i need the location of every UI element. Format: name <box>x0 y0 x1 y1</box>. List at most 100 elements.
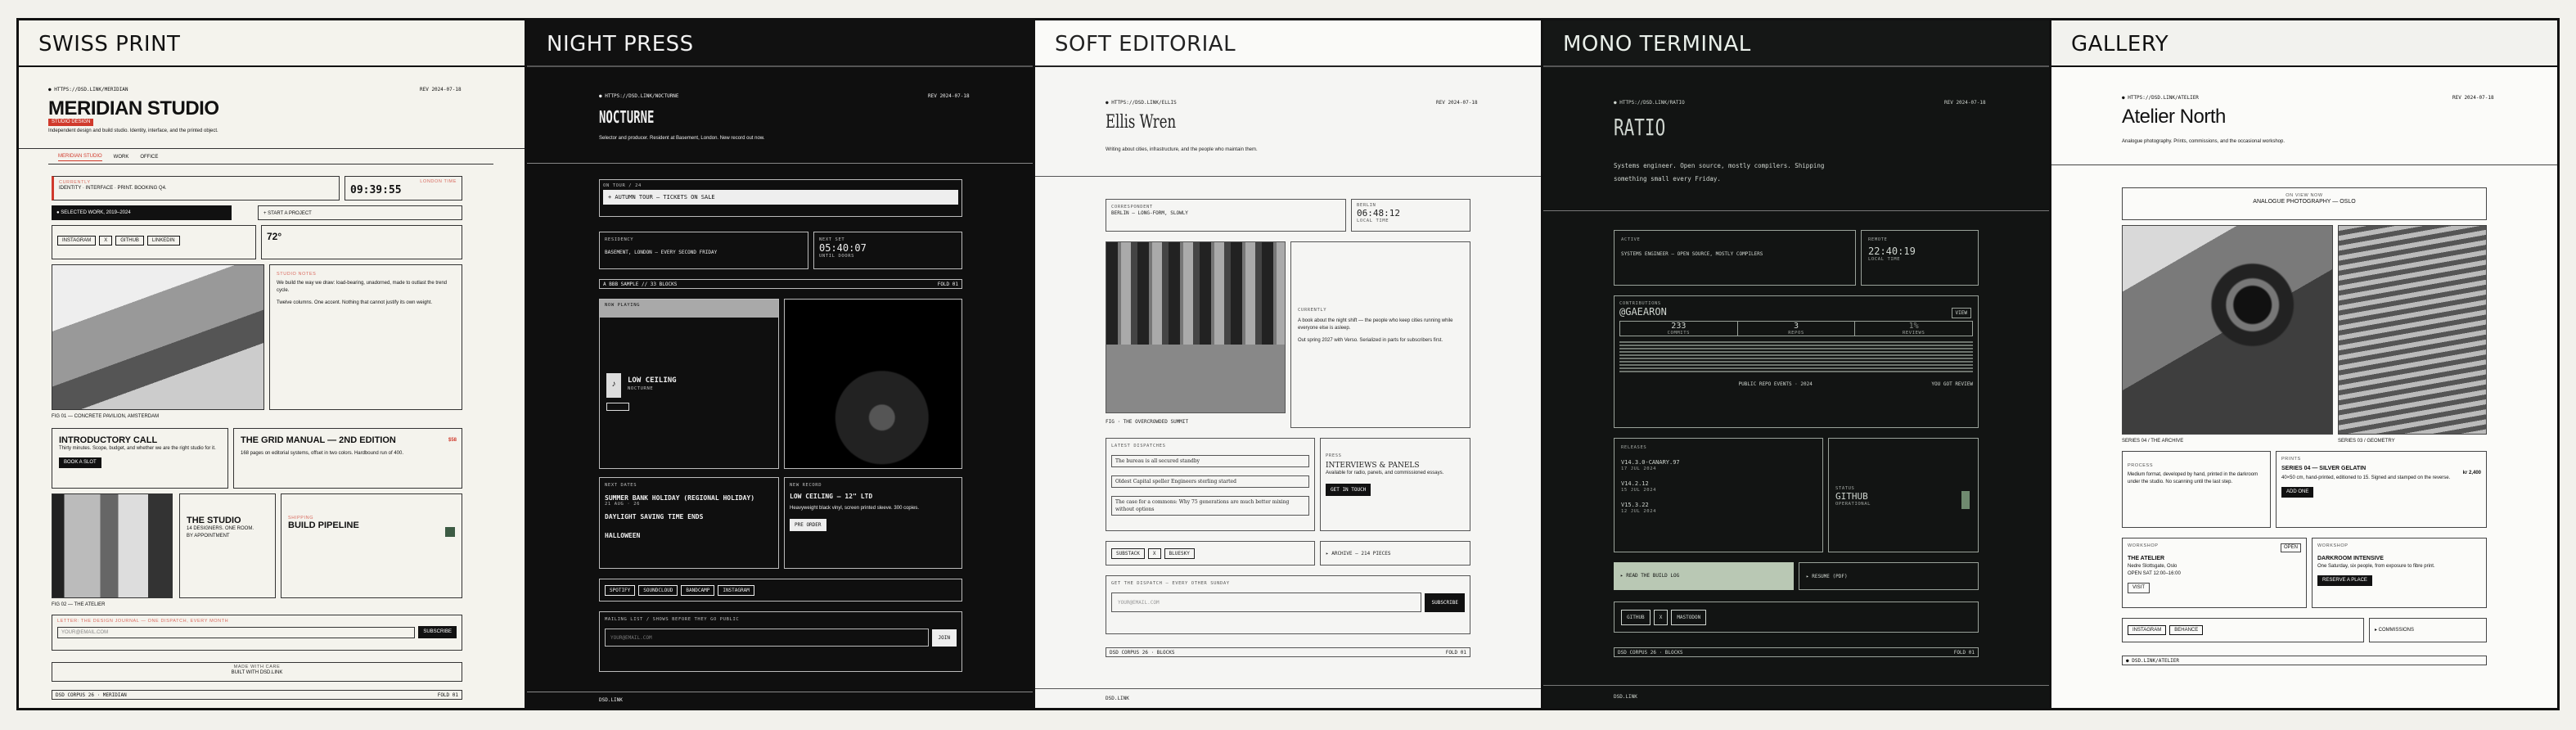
essay-3[interactable]: The case for a commons: Why 75 generatio… <box>1111 496 1309 516</box>
weather-card: 72° <box>261 225 462 259</box>
commissions-link[interactable]: ▸ COMMISSIONS <box>2369 618 2487 642</box>
social-github[interactable]: GITHUB <box>1621 609 1651 625</box>
street-image <box>1106 241 1286 413</box>
footer-bar[interactable]: ● DSD.LINK/ATELIER <box>2122 656 2487 665</box>
grid-manual-price: $58 <box>448 438 457 443</box>
panel-night-press: NIGHT PRESS ● HTTPS://DSD.LINK/NOCTURNE … <box>527 20 1033 708</box>
caption-fig02: FIG 02 — THE ATELIER <box>52 602 106 607</box>
social-instagram[interactable]: INSTAGRAM <box>2128 625 2167 635</box>
site-title: Atelier North <box>2122 106 2226 128</box>
site-title: Ellis Wren <box>1106 112 1177 133</box>
social-bluesky[interactable]: BLUESKY <box>1164 548 1195 559</box>
geometry-image <box>2338 225 2487 435</box>
link-bandcamp[interactable]: BANDCAMP <box>681 584 715 596</box>
footer-left: DSD CORPUS 26 · BLOCKS <box>1110 650 1175 656</box>
marquee-bar: A BBB SAMPLE // 33 BLOCKS FOLD 01 <box>599 279 962 289</box>
subscribe-button[interactable]: SUBSCRIBE <box>1425 593 1465 612</box>
social-x[interactable]: X <box>1147 548 1161 559</box>
social-substack[interactable]: SUBSTACK <box>1111 548 1145 559</box>
caption-series03: SERIES 03 / GEOMETRY <box>2338 439 2395 444</box>
link-instagram[interactable]: INSTAGRAM <box>718 584 754 596</box>
view-button[interactable]: VIEW <box>1951 308 1971 318</box>
url-label[interactable]: ● HTTPS://DSD.LINK/NOCTURNE <box>599 92 679 100</box>
release-1[interactable]: V14.3.0-CANARY.97 <box>1621 458 1816 466</box>
clock-label: NEXT SET <box>819 237 845 242</box>
social-x[interactable]: X <box>99 236 113 246</box>
archive-link[interactable]: ▸ ARCHIVE — 214 PIECES <box>1320 541 1470 566</box>
social-x[interactable]: X <box>1653 609 1669 625</box>
email-input[interactable]: YOUR@EMAIL.COM <box>57 626 416 638</box>
social-linkedin[interactable]: LINKEDIN <box>146 236 180 246</box>
essays-label: LATEST DISPATCHES <box>1111 444 1166 448</box>
github-user[interactable]: @GAEARON <box>1619 306 1973 318</box>
footer[interactable]: DSD.LINK <box>1106 695 1129 702</box>
atelier-card: WORKSHOP OPEN THE ATELIER Nedre Slottsga… <box>2122 538 2307 608</box>
nav-item-home[interactable]: MERIDIAN STUDIO <box>58 153 102 161</box>
social-github[interactable]: GITHUB <box>115 236 144 246</box>
book-slot-button[interactable]: BOOK A SLOT <box>59 457 101 468</box>
now-playing-card: NOW PLAYING ♪ LOW CEILING NOCTURNE <box>599 299 779 469</box>
graph-caption-right: YOU GOT REVIEW <box>1931 381 1973 387</box>
subscribe-button[interactable]: SUBSCRIBE <box>418 626 457 638</box>
comparison-frame: SWISS PRINT ● HTTPS://DSD.LINK/MERIDIAN … <box>16 18 2560 710</box>
socials-card: SUBSTACK X BLUESKY <box>1106 541 1315 566</box>
essay-1[interactable]: The bureau is all secured standby <box>1111 455 1309 467</box>
studio-notes-card: STUDIO NOTES We build the way we draw: l… <box>269 264 462 410</box>
currently-text: IDENTITY · INTERFACE · PRINT. BOOKING Q4… <box>59 186 167 191</box>
join-button[interactable]: JOIN <box>931 629 957 647</box>
atelier-title: THE ATELIER <box>2128 556 2165 561</box>
date-label: REV 2024-07-18 <box>1944 100 1986 106</box>
url-label[interactable]: ● HTTPS://DSD.LINK/ATELIER <box>2122 94 2199 101</box>
url-label[interactable]: ● HTTPS://DSD.LINK/ELLIS <box>1106 99 1177 106</box>
essay-2[interactable]: Oldest Capital speller Engineers sterlin… <box>1111 475 1309 488</box>
reserve-button[interactable]: RESERVE A PLACE <box>2317 575 2372 586</box>
nav-item-office[interactable]: OFFICE <box>140 154 158 161</box>
event-1[interactable]: SUMMER BANK HOLIDAY (REGIONAL HOLIDAY) <box>605 494 773 502</box>
footer[interactable]: DSD.LINK <box>599 696 623 704</box>
social-mastodon[interactable]: MASTODON <box>1671 609 1707 625</box>
event-3[interactable]: HALLOWEEN <box>605 532 773 539</box>
url-label[interactable]: ● HTTPS://DSD.LINK/RATIO <box>1614 99 1685 106</box>
social-instagram[interactable]: INSTAGRAM <box>57 236 97 246</box>
nav-item-work[interactable]: WORK <box>114 154 129 161</box>
preorder-button[interactable]: PRE ORDER <box>790 519 826 531</box>
panel-swiss-print: SWISS PRINT ● HTTPS://DSD.LINK/MERIDIAN … <box>19 20 525 708</box>
clock-card: REMOTE 22:40:19 LOCAL TIME <box>1861 230 1979 286</box>
built-with-link[interactable]: BUILT WITH DSD.LINK <box>52 669 462 677</box>
email-input[interactable]: YOUR@EMAIL.COM <box>605 629 929 647</box>
visit-button[interactable]: VISIT <box>2128 583 2150 593</box>
currently-card: CURRENTLY IDENTITY · INTERFACE · PRINT. … <box>52 176 340 201</box>
active-label: ACTIVE <box>1621 237 1641 242</box>
release-3-date: 12 JUL 2024 <box>1621 509 1657 514</box>
caption-fig01: FIG 01 — CONCRETE PAVILION, AMSTERDAM <box>52 414 160 419</box>
panel-soft-editorial: SOFT EDITORIAL ● HTTPS://DSD.LINK/ELLIS … <box>1035 20 1541 708</box>
url-label[interactable]: ● HTTPS://DSD.LINK/MERIDIAN <box>48 86 128 93</box>
the-studio-text: 14 DESIGNERS. ONE ROOM. <box>187 526 254 531</box>
tour-button[interactable]: + AUTUMN TOUR — TICKETS ON SALE <box>603 190 958 205</box>
releases-card: RELEASES V14.3.0-CANARY.97 17 JUL 2024 V… <box>1614 438 1823 552</box>
link-spotify[interactable]: SPOTIFY <box>605 584 636 596</box>
the-studio-sub: BY APPOINTMENT <box>187 534 230 538</box>
pavilion-image <box>52 264 264 410</box>
link-soundcloud[interactable]: SOUNDCLOUD <box>638 584 678 596</box>
social-behance[interactable]: BEHANCE <box>2169 625 2204 635</box>
play-button[interactable] <box>606 403 629 411</box>
release-2[interactable]: V14.2.12 <box>1621 480 1816 488</box>
start-project-button[interactable]: + START A PROJECT <box>258 205 462 220</box>
selected-work-button[interactable]: ● SELECTED WORK, 2019–2024 <box>52 205 232 220</box>
release-3[interactable]: V15.3.22 <box>1621 501 1816 509</box>
panel-title: SOFT EDITORIAL <box>1035 20 1541 67</box>
add-print-button[interactable]: ADD ONE <box>2281 487 2314 498</box>
track-artist: NOCTURNE <box>628 386 654 391</box>
grid-manual-title: THE GRID MANUAL — 2ND EDITION <box>241 435 396 445</box>
newsletter-card: GET THE DISPATCH — EVERY OTHER SUNDAY YO… <box>1106 575 1470 634</box>
resume-button[interactable]: ▸ RESUME (PDF) <box>1799 562 1979 590</box>
email-input[interactable]: YOUR@EMAIL.COM <box>1111 593 1422 612</box>
contact-button[interactable]: GET IN TOUCH <box>1326 484 1371 496</box>
status-label: STATUS <box>1835 486 1855 491</box>
footer[interactable]: DSD.LINK <box>1614 693 1637 701</box>
graph-caption: PUBLIC REPO EVENTS · 2024 <box>1738 381 1813 387</box>
record-text: Heavyweight black vinyl, screen printed … <box>790 506 920 511</box>
build-log-button[interactable]: ▸ READ THE BUILD LOG <box>1614 562 1794 590</box>
event-2[interactable]: DAYLIGHT SAVING TIME ENDS <box>605 513 773 520</box>
